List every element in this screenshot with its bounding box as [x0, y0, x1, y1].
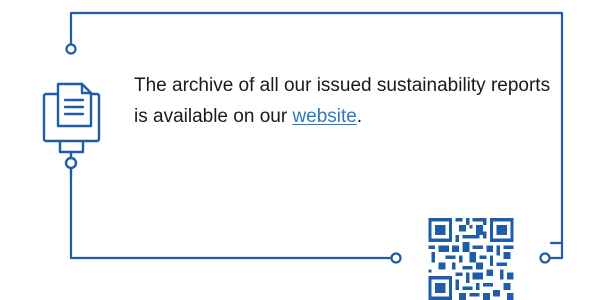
frame-node-top-left: [65, 43, 77, 55]
frame-node-bottom-left: [390, 252, 402, 264]
frame-node-bottom-right: [539, 252, 551, 264]
frame-line-left-bottom: [69, 176, 393, 260]
frame-line-bottom-right: [548, 241, 564, 260]
archive-message: The archive of all our issued sustainabi…: [134, 70, 554, 132]
message-period: .: [356, 106, 363, 127]
document-on-monitor-icon: [42, 82, 101, 180]
website-link[interactable]: website: [292, 106, 356, 127]
qr-code[interactable]: [428, 218, 514, 300]
